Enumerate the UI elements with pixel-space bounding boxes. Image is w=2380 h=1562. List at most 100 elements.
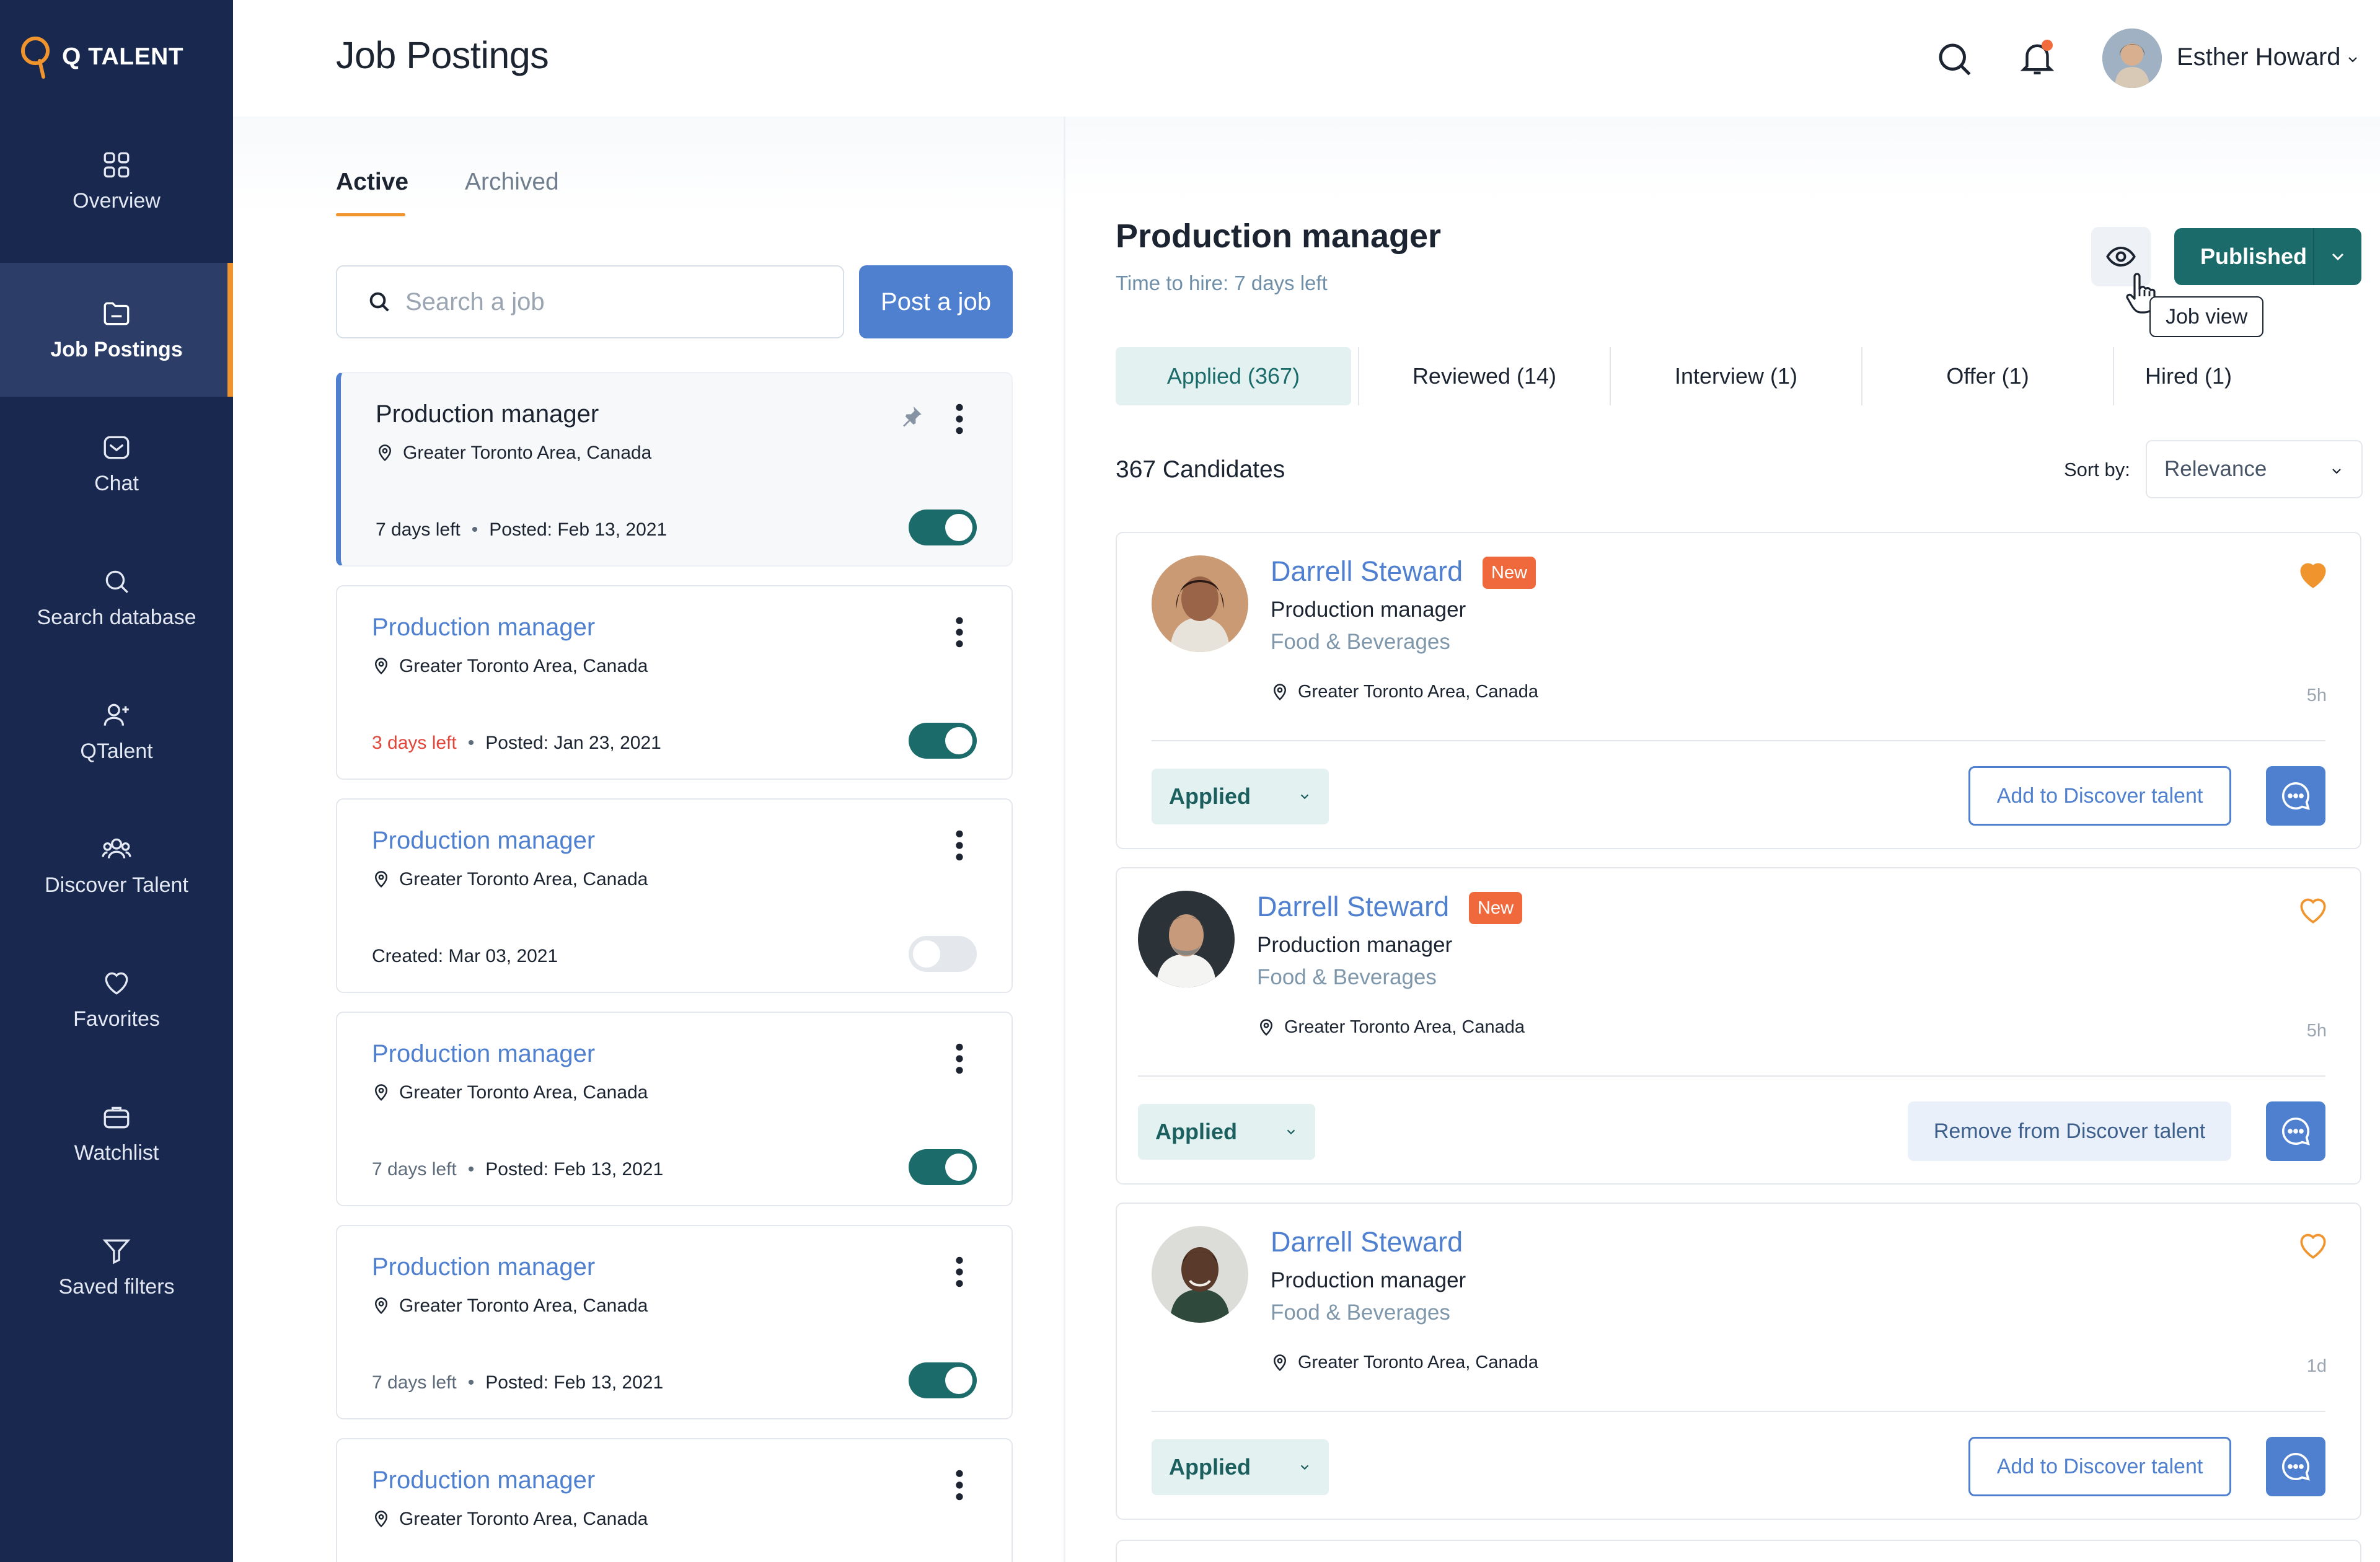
- candidate-card[interactable]: Darrell Steward New Production manager F…: [1116, 532, 2361, 849]
- more-options-icon[interactable]: [952, 1468, 967, 1502]
- candidate-status: Applied: [1169, 783, 1251, 809]
- message-button[interactable]: [2266, 1437, 2325, 1496]
- favorite-heart-icon[interactable]: [2296, 558, 2330, 593]
- candidate-location-text: Greater Toronto Area, Canada: [1298, 682, 1538, 702]
- candidate-status-dropdown[interactable]: Applied: [1138, 1104, 1315, 1160]
- job-card[interactable]: Production manager Greater Toronto Area,…: [336, 798, 1013, 993]
- job-card[interactable]: Production manager Greater Toronto Area,…: [336, 1438, 1013, 1562]
- more-options-icon[interactable]: [952, 402, 967, 436]
- sidebar-item-qtalent[interactable]: QTalent: [0, 664, 233, 798]
- publish-toggle[interactable]: [909, 723, 977, 759]
- candidate-industry: Food & Beverages: [1271, 630, 1450, 654]
- job-card[interactable]: Production manager Greater Toronto Area,…: [336, 585, 1013, 780]
- user-name[interactable]: Esther Howard: [2177, 43, 2341, 71]
- chat-icon: [104, 436, 130, 459]
- chevron-down-icon: [2332, 253, 2344, 261]
- logo[interactable]: Q TALENT: [19, 32, 183, 82]
- add-to-discover-button[interactable]: Add to Discover talent: [1968, 1437, 2231, 1496]
- status-dropdown[interactable]: Published: [2174, 228, 2361, 285]
- briefcase-icon: [104, 1106, 130, 1128]
- more-options-icon[interactable]: [952, 615, 967, 650]
- tab-reviewed[interactable]: Reviewed (14): [1359, 347, 1610, 405]
- folder-icon: [104, 302, 130, 325]
- card-divider: [1138, 1075, 2325, 1077]
- message-icon: [2282, 782, 2310, 810]
- sidebar-item-watchlist[interactable]: Watchlist: [0, 1066, 233, 1200]
- tab-applied[interactable]: Applied (367): [1116, 347, 1351, 405]
- candidate-name[interactable]: Darrell Steward: [1271, 555, 1463, 588]
- tab-offer[interactable]: Offer (1): [1862, 347, 2113, 405]
- post-job-button[interactable]: Post a job: [859, 265, 1013, 338]
- applied-time: 1d: [2306, 1356, 2327, 1376]
- sidebar-item-discover-talent[interactable]: Discover Talent: [0, 798, 233, 932]
- candidate-card[interactable]: [1116, 1540, 2361, 1562]
- publish-toggle[interactable]: [909, 510, 977, 545]
- job-card[interactable]: Production manager Greater Toronto Area,…: [336, 1225, 1013, 1419]
- chevron-down-icon: [1287, 1129, 1295, 1135]
- candidate-status: Applied: [1155, 1119, 1237, 1144]
- job-title[interactable]: Production manager: [372, 614, 595, 642]
- heart-icon: [105, 972, 128, 995]
- message-button[interactable]: [2266, 1101, 2325, 1161]
- sidebar-item-label: Saved filters: [58, 1274, 175, 1299]
- avatar[interactable]: [2102, 29, 2162, 88]
- meta-separator: •: [471, 519, 478, 540]
- candidate-avatar[interactable]: [1138, 891, 1235, 987]
- favorite-heart-icon[interactable]: [2296, 1229, 2330, 1263]
- add-to-discover-button[interactable]: Add to Discover talent: [1968, 766, 2231, 826]
- job-location-text: Greater Toronto Area, Canada: [399, 656, 648, 676]
- sort-select[interactable]: Relevance: [2146, 440, 2363, 498]
- chevron-down-icon[interactable]: [2345, 52, 2360, 67]
- tab-active[interactable]: Active: [336, 169, 408, 196]
- job-location-text: Greater Toronto Area, Canada: [399, 869, 648, 889]
- job-card[interactable]: Production manager Greater Toronto Area,…: [336, 372, 1013, 567]
- candidate-card[interactable]: Darrell Steward New Production manager F…: [1116, 867, 2361, 1185]
- publish-toggle[interactable]: [909, 936, 977, 972]
- candidate-name[interactable]: Darrell Steward: [1271, 1226, 1463, 1258]
- job-title[interactable]: Production manager: [376, 400, 599, 428]
- pin-icon[interactable]: [897, 403, 925, 430]
- search-input[interactable]: [405, 288, 802, 316]
- filter-icon: [102, 1239, 131, 1264]
- sidebar-item-job-postings[interactable]: Job Postings: [0, 263, 233, 397]
- favorite-heart-icon[interactable]: [2296, 893, 2330, 928]
- tab-interview[interactable]: Interview (1): [1611, 347, 1861, 405]
- job-search-field[interactable]: [336, 265, 844, 338]
- job-card[interactable]: Production manager Greater Toronto Area,…: [336, 1012, 1013, 1206]
- message-button[interactable]: [2266, 766, 2325, 826]
- tab-hired[interactable]: Hired (1): [2114, 347, 2263, 405]
- tab-archived[interactable]: Archived: [465, 169, 559, 196]
- publish-toggle[interactable]: [909, 1362, 977, 1398]
- sidebar-item-chat[interactable]: Chat: [0, 397, 233, 531]
- more-options-icon[interactable]: [952, 1041, 967, 1076]
- sidebar-item-label: Discover Talent: [45, 873, 188, 897]
- candidate-card[interactable]: Darrell Steward Production manager Food …: [1116, 1202, 2361, 1520]
- publish-toggle[interactable]: [909, 1149, 977, 1185]
- days-left: 7 days left: [372, 1372, 457, 1393]
- job-title[interactable]: Production manager: [372, 1253, 595, 1281]
- candidate-status-dropdown[interactable]: Applied: [1152, 1439, 1329, 1495]
- candidate-avatar[interactable]: [1152, 1226, 1248, 1323]
- more-options-icon[interactable]: [952, 1255, 967, 1289]
- sidebar-item-saved-filters[interactable]: Saved filters: [0, 1200, 233, 1334]
- search-icon[interactable]: [1934, 38, 1975, 79]
- sidebar-item-favorites[interactable]: Favorites: [0, 932, 233, 1066]
- remove-from-discover-button[interactable]: Remove from Discover talent: [1908, 1101, 2231, 1161]
- candidate-status-dropdown[interactable]: Applied: [1152, 769, 1329, 824]
- message-icon: [2282, 1452, 2310, 1481]
- sidebar-item-overview[interactable]: Overview: [0, 114, 233, 248]
- job-title[interactable]: Production manager: [372, 1467, 595, 1494]
- job-title[interactable]: Production manager: [372, 827, 595, 855]
- candidate-name[interactable]: Darrell Steward: [1257, 891, 1449, 923]
- candidate-avatar[interactable]: [1152, 555, 1248, 652]
- applied-time: 5h: [2306, 1021, 2327, 1041]
- job-title[interactable]: Production manager: [372, 1040, 595, 1068]
- sidebar-item-search-database[interactable]: Search database: [0, 531, 233, 664]
- job-meta: Created: Mar 03, 2021: [372, 946, 558, 967]
- users-icon: [102, 838, 131, 858]
- job-meta: 7 days left • Posted: Feb 13, 2021: [376, 519, 667, 541]
- sidebar-item-label: Search database: [37, 605, 196, 629]
- location-pin-icon: [378, 444, 392, 461]
- candidate-photo: [1152, 555, 1248, 652]
- more-options-icon[interactable]: [952, 828, 967, 863]
